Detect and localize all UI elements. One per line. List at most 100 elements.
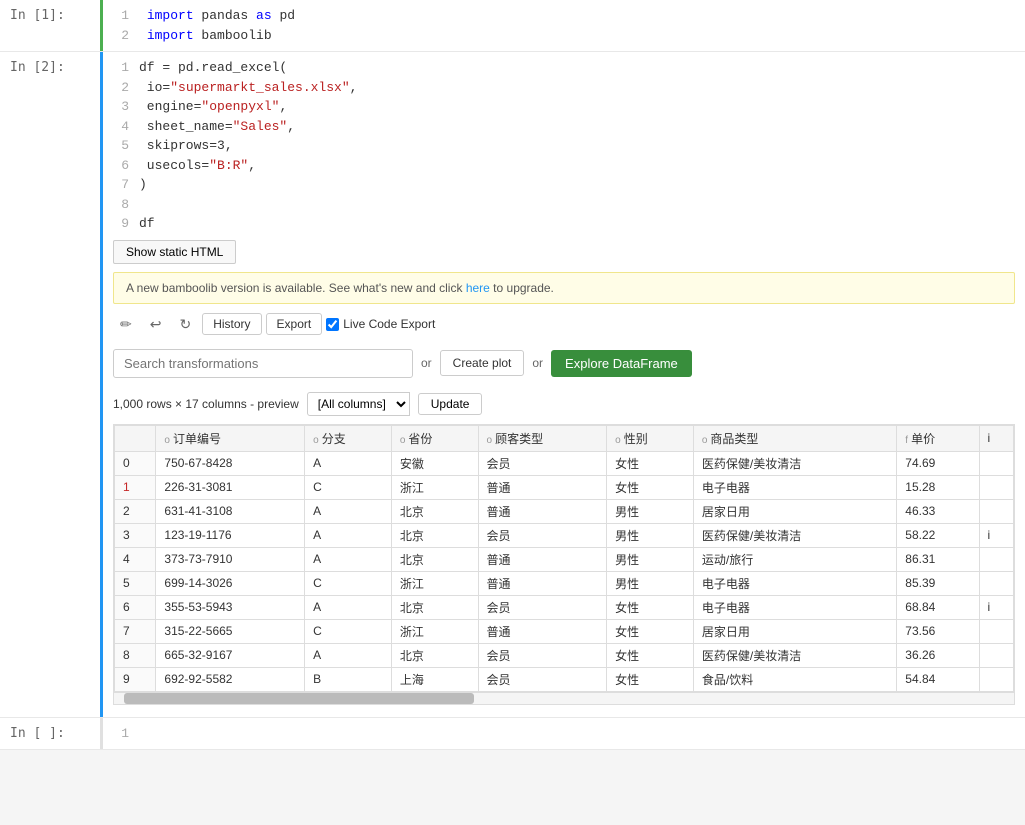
cell-gender: 女性	[607, 595, 694, 619]
cell-product-type: 医药保健/美妆清洁	[693, 643, 896, 667]
cell-gender: 女性	[607, 475, 694, 499]
row-index: 2	[115, 499, 156, 523]
code-line: 6 usecols="B:R",	[113, 156, 1015, 176]
th-index	[115, 425, 156, 451]
cell-extra	[979, 475, 1013, 499]
cell-unit-price: 58.22	[897, 523, 979, 547]
th-unit-price[interactable]: f单价	[897, 425, 979, 451]
cell-3-label: In [ ]:	[0, 718, 100, 750]
table-row: 1 226-31-3081 C 浙江 普通 女性 电子电器 15.28	[115, 475, 1014, 499]
col-selector[interactable]: [All columns]	[307, 392, 410, 416]
cell-product-type: 医药保健/美妆清洁	[693, 523, 896, 547]
cell-gender: 女性	[607, 643, 694, 667]
search-area: or Create plot or Explore DataFrame	[113, 349, 1015, 378]
row-index: 5	[115, 571, 156, 595]
cell-order-id: 315-22-5665	[156, 619, 305, 643]
cell-2-content: 1df = pd.read_excel( 2 io="supermarkt_sa…	[100, 52, 1025, 717]
cell-unit-price: 86.31	[897, 547, 979, 571]
dataframe-table: o订单编号 o分支 o省份 o顾客类型 o性别 o商品类型 f单价 i	[114, 425, 1014, 692]
code-line: 2 io="supermarkt_sales.xlsx",	[113, 78, 1015, 98]
horizontal-scrollbar[interactable]	[114, 692, 1014, 704]
code-line: 7)	[113, 175, 1015, 195]
cell-province: 浙江	[391, 619, 478, 643]
live-code-export-label[interactable]: Live Code Export	[326, 317, 435, 331]
dataframe-table-wrapper: o订单编号 o分支 o省份 o顾客类型 o性别 o商品类型 f单价 i	[113, 424, 1015, 705]
cell-order-id: 226-31-3081	[156, 475, 305, 499]
redo-icon-button[interactable]: ↻	[172, 312, 198, 337]
cell-branch: B	[305, 667, 392, 691]
code-line-1: 1 import pandas as pd	[113, 6, 1015, 26]
cell-customer-type: 会员	[478, 523, 607, 547]
row-index: 7	[115, 619, 156, 643]
cell-gender: 女性	[607, 619, 694, 643]
cell-gender: 男性	[607, 571, 694, 595]
cell-order-id: 123-19-1176	[156, 523, 305, 547]
explore-dataframe-button[interactable]: Explore DataFrame	[551, 350, 692, 377]
live-code-export-text: Live Code Export	[343, 317, 435, 331]
undo-icon-button[interactable]: ↩	[143, 312, 169, 337]
pencil-icon-button[interactable]: ✏	[113, 312, 139, 337]
cell-extra	[979, 451, 1013, 475]
cell-customer-type: 普通	[478, 547, 607, 571]
cell-province: 北京	[391, 547, 478, 571]
table-row: 3 123-19-1176 A 北京 会员 男性 医药保健/美妆清洁 58.22…	[115, 523, 1014, 547]
cell-gender: 男性	[607, 547, 694, 571]
cell-province: 上海	[391, 667, 478, 691]
export-button[interactable]: Export	[266, 313, 323, 335]
th-product-type[interactable]: o商品类型	[693, 425, 896, 451]
row-index: 6	[115, 595, 156, 619]
cell-unit-price: 85.39	[897, 571, 979, 595]
code-line: 8	[113, 195, 1015, 215]
code-line: 4 sheet_name="Sales",	[113, 117, 1015, 137]
th-province[interactable]: o省份	[391, 425, 478, 451]
upgrade-link[interactable]: here	[466, 281, 490, 295]
or-text-1: or	[421, 356, 432, 370]
th-order-id[interactable]: o订单编号	[156, 425, 305, 451]
table-row: 4 373-73-7910 A 北京 普通 男性 运动/旅行 86.31	[115, 547, 1014, 571]
history-button[interactable]: History	[202, 313, 261, 335]
cell-2: In [2]: 1df = pd.read_excel( 2 io="super…	[0, 52, 1025, 718]
row-index: 1	[115, 475, 156, 499]
cell-extra	[979, 667, 1013, 691]
preview-info-text: 1,000 rows × 17 columns - preview	[113, 397, 299, 411]
create-plot-button[interactable]: Create plot	[440, 350, 525, 376]
th-extra: i	[979, 425, 1013, 451]
cell-gender: 女性	[607, 451, 694, 475]
th-customer-type[interactable]: o顾客类型	[478, 425, 607, 451]
cell-branch: C	[305, 571, 392, 595]
update-button[interactable]: Update	[418, 393, 483, 415]
cell-product-type: 电子电器	[693, 571, 896, 595]
cell-branch: A	[305, 523, 392, 547]
cell-order-id: 355-53-5943	[156, 595, 305, 619]
live-code-export-checkbox[interactable]	[326, 318, 339, 331]
cell-extra	[979, 499, 1013, 523]
cell-province: 北京	[391, 595, 478, 619]
toolbar: ✏ ↩ ↻ History Export Live Code Export	[113, 312, 1015, 337]
cell-gender: 女性	[607, 667, 694, 691]
th-branch[interactable]: o分支	[305, 425, 392, 451]
cell-province: 北京	[391, 499, 478, 523]
search-input[interactable]	[113, 349, 413, 378]
cell-product-type: 电子电器	[693, 595, 896, 619]
cell-unit-price: 46.33	[897, 499, 979, 523]
row-index: 9	[115, 667, 156, 691]
show-static-html-button[interactable]: Show static HTML	[113, 240, 236, 264]
cell-branch: C	[305, 475, 392, 499]
table-row: 7 315-22-5665 C 浙江 普通 女性 居家日用 73.56	[115, 619, 1014, 643]
code-line: 1	[113, 724, 1015, 744]
cell-branch: A	[305, 451, 392, 475]
cell-customer-type: 会员	[478, 667, 607, 691]
table-header-row: o订单编号 o分支 o省份 o顾客类型 o性别 o商品类型 f单价 i	[115, 425, 1014, 451]
preview-info: 1,000 rows × 17 columns - preview [All c…	[113, 392, 1015, 416]
row-index: 0	[115, 451, 156, 475]
cell-branch: A	[305, 547, 392, 571]
cell-gender: 男性	[607, 499, 694, 523]
cell-province: 浙江	[391, 571, 478, 595]
cell-order-id: 750-67-8428	[156, 451, 305, 475]
col-select-dropdown[interactable]: [All columns]	[307, 392, 410, 416]
cell-province: 北京	[391, 523, 478, 547]
code-line: 1df = pd.read_excel(	[113, 58, 1015, 78]
cell-unit-price: 15.28	[897, 475, 979, 499]
th-gender[interactable]: o性别	[607, 425, 694, 451]
code-block-1: 1 import pandas as pd 2 import bamboolib	[113, 6, 1015, 45]
